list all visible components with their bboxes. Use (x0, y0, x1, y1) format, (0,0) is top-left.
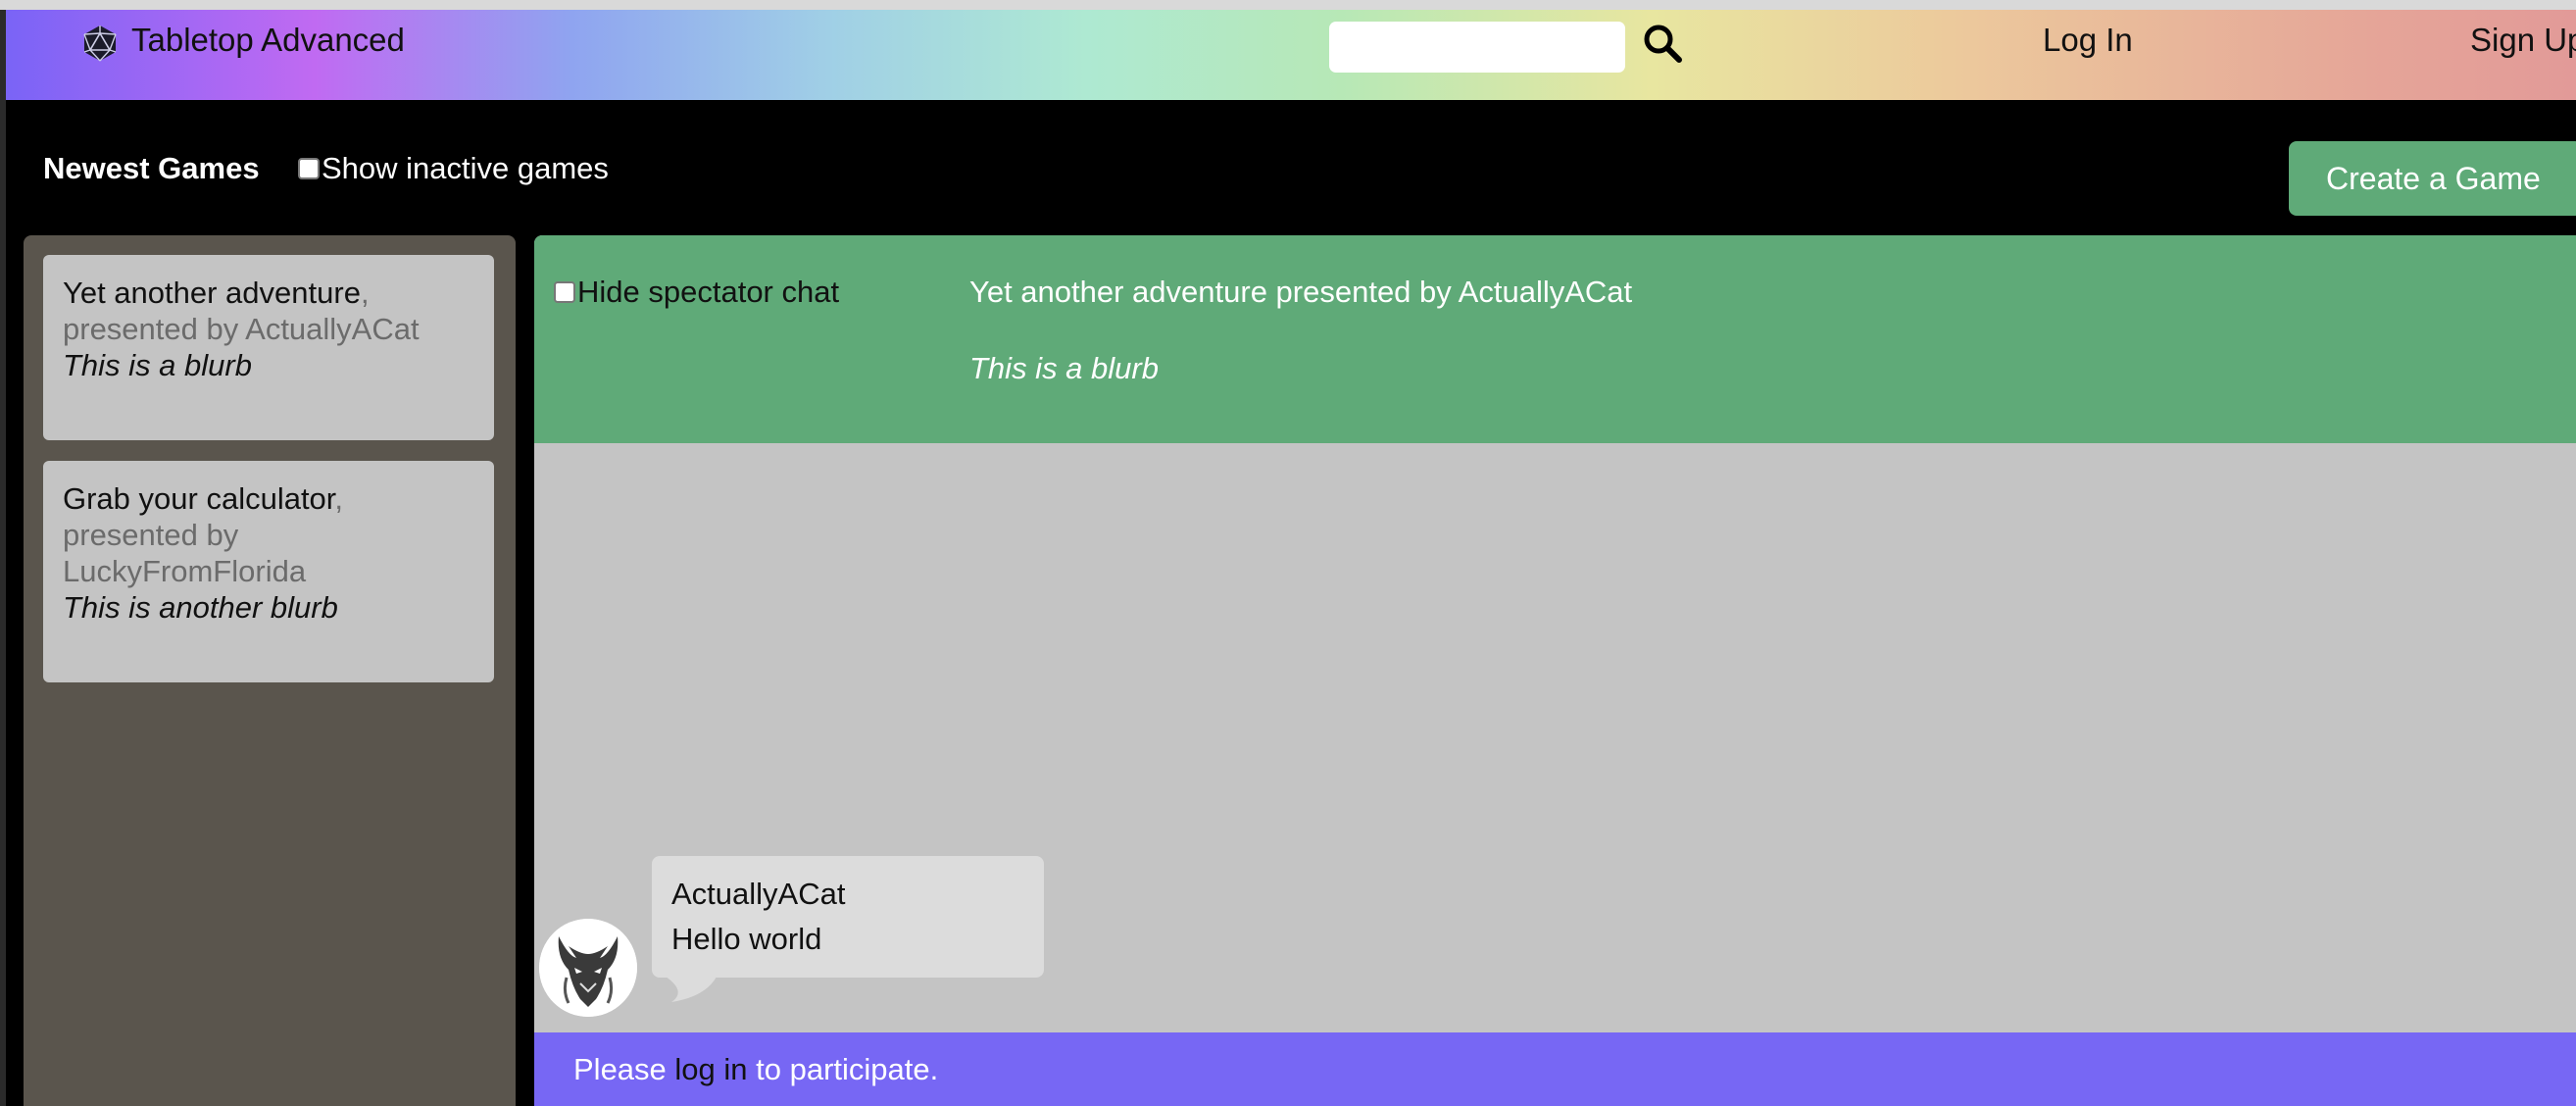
game-card-blurb: This is another blurb (63, 590, 338, 625)
chat-message-author[interactable]: ActuallyACat (671, 872, 1024, 917)
login-link[interactable]: Log In (2043, 22, 2133, 59)
game-card-presenter: presented by ActuallyACat (63, 312, 420, 346)
window-top-strip (0, 0, 2576, 10)
create-game-button[interactable]: Create a Game (2289, 141, 2576, 216)
games-sidebar: Yet another adventure, presented by Actu… (24, 235, 516, 1106)
chat-message-bubble: ActuallyACat Hello world (652, 856, 1044, 978)
chat-bubble-tail (660, 973, 718, 1002)
show-inactive-checkbox[interactable] (298, 158, 320, 179)
game-card-blurb: This is a blurb (63, 348, 252, 382)
footer-text-before: Please (573, 1051, 675, 1086)
game-heading: Yet another adventure presented by Actua… (969, 275, 1633, 309)
game-blurb: This is a blurb (969, 351, 1159, 385)
hide-spectator-toggle[interactable]: Hide spectator chat (554, 275, 839, 310)
game-panel: Hide spectator chat Yet another adventur… (534, 235, 2576, 1106)
footer-login-link[interactable]: log in (674, 1052, 747, 1087)
search-icon[interactable] (1641, 22, 1684, 65)
avatar[interactable] (539, 919, 637, 1017)
participate-footer: Please log in to participate. (534, 1032, 2576, 1106)
dragon-avatar-icon (539, 919, 637, 1017)
game-card[interactable]: Yet another adventure, presented by Actu… (43, 255, 494, 440)
window-left-edge (0, 10, 6, 1106)
hide-spectator-checkbox[interactable] (554, 281, 575, 303)
newest-games-heading: Newest Games (43, 151, 260, 185)
game-card-comma: , (334, 481, 344, 516)
show-inactive-label: Show inactive games (322, 151, 609, 185)
game-header: Hide spectator chat Yet another adventur… (534, 235, 2576, 443)
signup-link[interactable]: Sign Up (2470, 22, 2576, 59)
footer-text-after: to participate. (747, 1051, 939, 1086)
d20-dice-icon[interactable] (80, 24, 120, 63)
game-card-comma: , (360, 276, 370, 310)
game-card-title: Yet another adventure (63, 276, 361, 310)
game-card-presenter: presented by LuckyFromFlorida (63, 518, 307, 588)
game-card[interactable]: Grab your calculator, presented by Lucky… (43, 461, 494, 682)
top-nav-bar: Tabletop Advanced Log In Sign Up (6, 10, 2576, 100)
chat-message-text: Hello world (671, 922, 822, 956)
game-card-title: Grab your calculator (63, 481, 335, 516)
show-inactive-toggle[interactable]: Show inactive games (298, 151, 609, 186)
search-input[interactable] (1329, 22, 1625, 73)
app-title[interactable]: Tabletop Advanced (131, 22, 405, 59)
hide-spectator-label: Hide spectator chat (577, 275, 840, 309)
